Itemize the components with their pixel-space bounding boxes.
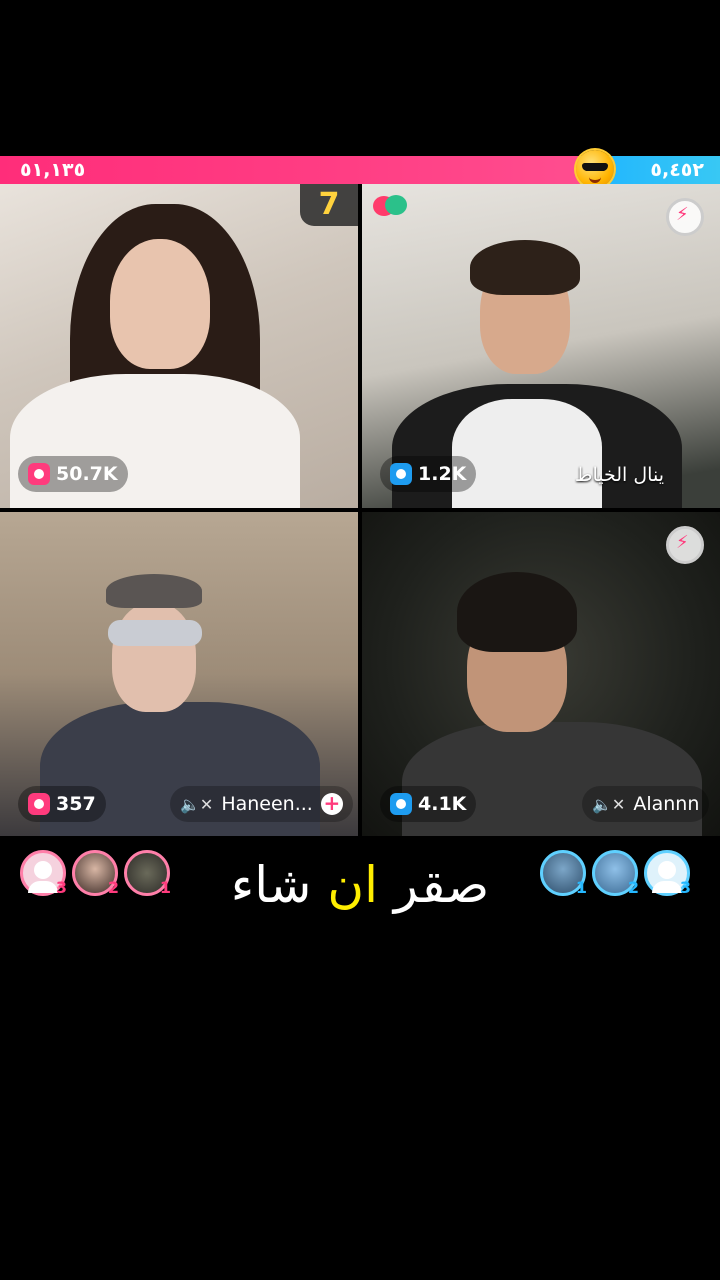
gift-icon	[28, 793, 50, 815]
muted-speaker-icon: 🔈✕	[180, 794, 214, 814]
gifter-avatar[interactable]: 2	[72, 850, 119, 897]
follow-plus-button[interactable]: +	[320, 793, 343, 815]
gift-count-badge[interactable]: 357	[18, 786, 106, 822]
gifter-avatar[interactable]: 3	[20, 850, 67, 897]
guest-name-pill[interactable]: 🔈✕ Alannn	[582, 786, 710, 822]
caption-highlight: ان	[327, 856, 378, 914]
guest-name: Haneen...	[221, 793, 313, 815]
gift-count-badge[interactable]: 4.1K	[380, 786, 477, 822]
gift-count: 50.7K	[56, 463, 118, 485]
gift-count: 4.1K	[418, 793, 467, 815]
video-tile-2[interactable]: 1.2K ينال الخياط	[362, 184, 720, 508]
gift-count: 1.2K	[418, 463, 467, 485]
right-team-score-bar: ٥,٤٥٢	[576, 150, 720, 188]
caption-text-end: شاء	[230, 856, 328, 914]
user-placeholder-icon	[652, 861, 682, 893]
gifter-rank: 1	[159, 878, 171, 897]
boost-icon[interactable]	[666, 526, 704, 564]
right-team-top-gifters: 1 2 3	[540, 850, 691, 902]
gifter-rank: 2	[107, 878, 119, 897]
guest-name: Alannn	[633, 793, 700, 815]
left-team-score-bar: ٥١,١٣٥	[0, 156, 580, 184]
video-tile-1[interactable]: 50.7K 7	[0, 184, 358, 508]
battle-score-bar: ٥١,١٣٥ ٥,٤٥٢	[0, 150, 720, 188]
left-team-top-gifters: 3 2 1	[20, 850, 171, 902]
guest-name-pill[interactable]: 🔈✕ Haneen... +	[170, 786, 353, 822]
gifter-rank: 3	[55, 878, 67, 897]
boxing-gloves-icon	[373, 195, 407, 216]
caption-text: صقر	[377, 856, 490, 914]
gift-icon	[28, 463, 50, 485]
gift-count: 357	[56, 793, 96, 815]
gift-count-badge[interactable]: 1.2K	[380, 456, 477, 492]
live-video-grid: 50.7K 7 1.2K ينال الخياط 357 🔈✕ Haneen..	[0, 184, 720, 836]
gift-icon	[390, 463, 412, 485]
host-name[interactable]: ينال الخياط	[575, 464, 664, 486]
gifter-avatar[interactable]: 1	[124, 850, 171, 897]
video-tile-4[interactable]: 4.1K 🔈✕ Alannn	[362, 512, 720, 836]
left-team-score: ٥١,١٣٥	[20, 159, 86, 181]
round-counter: 7	[300, 184, 358, 226]
gifter-rank: 1	[575, 878, 587, 897]
user-placeholder-icon	[28, 861, 58, 893]
video-tile-3[interactable]: 357 🔈✕ Haneen... +	[0, 512, 358, 836]
gifter-rank: 2	[627, 878, 639, 897]
gifter-avatar[interactable]: 3	[644, 850, 691, 897]
right-team-score: ٥,٤٥٢	[650, 159, 704, 181]
muted-speaker-icon: 🔈✕	[592, 794, 626, 814]
video-caption: صقر ان شاء	[190, 850, 530, 920]
sunglasses-emoji-icon	[576, 150, 614, 188]
gift-icon	[390, 793, 412, 815]
gifter-rank: 3	[679, 878, 691, 897]
gifter-avatar[interactable]: 2	[592, 850, 639, 897]
gifter-avatar[interactable]: 1	[540, 850, 587, 897]
boost-icon[interactable]	[666, 198, 704, 236]
gift-count-badge[interactable]: 50.7K	[18, 456, 128, 492]
